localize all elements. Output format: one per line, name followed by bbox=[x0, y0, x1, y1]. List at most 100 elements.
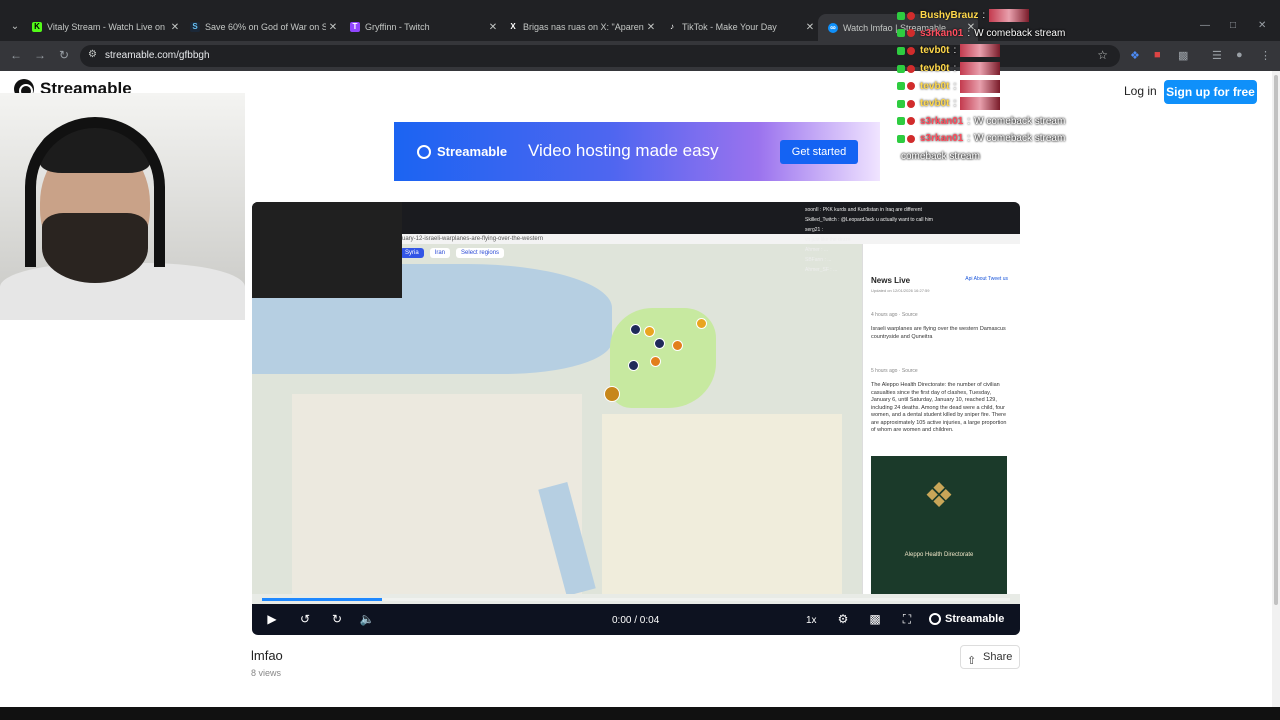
get-started-button[interactable]: Get started bbox=[780, 140, 858, 164]
map-marker-icon bbox=[630, 324, 641, 335]
gift-badge-icon bbox=[907, 134, 915, 143]
stream-chat-overlay: BushyBrauz: s3rkan01: W comeback stream tev… bbox=[897, 7, 1097, 165]
inner-chat-line: vh just like the druze bbox=[805, 237, 851, 243]
tiktok-icon: ♪ bbox=[670, 22, 674, 31]
chat-emote-image bbox=[960, 62, 1001, 76]
play-icon[interactable]: ▶ bbox=[264, 612, 280, 626]
streamer-webcam bbox=[0, 93, 245, 320]
volume-icon[interactable]: 🔈 bbox=[359, 612, 375, 626]
chat-text: W comeback stream bbox=[974, 27, 1066, 39]
inner-chat-line: Ahmer : ... bbox=[805, 247, 829, 253]
chat-username[interactable]: s3rkan01 bbox=[920, 116, 963, 127]
screen: ⌄ K Vitaly Stream - Watch Live on K ✕ S … bbox=[0, 0, 1280, 720]
aleppo-health-image: ❖ Aleppo Health Directorate bbox=[871, 456, 1007, 594]
map-marker-icon bbox=[644, 326, 655, 337]
news-title: News Live bbox=[871, 276, 911, 285]
seek-bar-fill bbox=[262, 598, 382, 601]
tab-tiktok[interactable]: ♪ TikTok - Make Your Day ✕ bbox=[667, 16, 817, 38]
eagle-emblem-icon: ❖ bbox=[923, 477, 955, 515]
streamable-logo-icon bbox=[929, 613, 941, 625]
reading-list-icon[interactable]: ☰ bbox=[1212, 49, 1222, 62]
sub-badge-icon bbox=[897, 11, 905, 20]
login-link[interactable]: Log in bbox=[1124, 84, 1157, 98]
inner-chat-line: serg21 : bbox=[805, 227, 824, 233]
inner-webcam bbox=[252, 202, 402, 298]
forward-skip-icon[interactable]: ↻ bbox=[329, 612, 345, 626]
banner-tagline: Video hosting made easy bbox=[528, 141, 719, 160]
tab-kick[interactable]: K Vitaly Stream - Watch Live on K ✕ bbox=[32, 16, 182, 38]
news-panel: News Live Api About Tweet us Updated on … bbox=[862, 244, 1020, 594]
extensions-puzzle-icon[interactable]: ▩ bbox=[1178, 49, 1188, 62]
map-marker-icon bbox=[654, 338, 665, 349]
inner-chat-line: Skilled_Twitch : @LeopardJack u actually… bbox=[805, 217, 933, 223]
signup-button[interactable]: Sign up for free bbox=[1164, 80, 1257, 104]
chat-username[interactable]: tevb0t bbox=[920, 98, 949, 109]
tab-twitch[interactable]: T Gryffinn - Twitch ✕ bbox=[350, 16, 500, 38]
fullscreen-icon[interactable]: ⛶ bbox=[899, 612, 915, 627]
profile-avatar-icon[interactable]: ● bbox=[1236, 49, 1243, 61]
chat-username[interactable]: tevb0t bbox=[920, 45, 949, 56]
playback-speed[interactable]: 1x bbox=[806, 615, 817, 626]
chat-username[interactable]: BushyBrauz bbox=[920, 10, 978, 21]
close-icon[interactable]: ✕ bbox=[486, 22, 500, 33]
chat-username[interactable]: s3rkan01 bbox=[920, 28, 963, 39]
banner-logo: Streamable bbox=[417, 144, 507, 159]
tab-title: TikTok - Make Your Day bbox=[682, 22, 777, 32]
tab-steam[interactable]: S Save 60% on God of War on St ✕ bbox=[190, 16, 340, 38]
chat-colon: : bbox=[953, 98, 957, 110]
news-item-text: The Aleppo Health Directorate: the numbe… bbox=[871, 382, 1007, 433]
extension-icon[interactable]: ❖ bbox=[1130, 49, 1140, 62]
close-icon[interactable]: ✕ bbox=[803, 22, 817, 33]
rewind-icon[interactable]: ↺ bbox=[297, 612, 313, 626]
minimize-icon[interactable]: — bbox=[1200, 20, 1210, 31]
tab-title: Save 60% on God of War on St bbox=[205, 22, 326, 32]
close-icon[interactable]: ✕ bbox=[168, 22, 182, 33]
video-player[interactable]: uary-12-israeli-warplanes-are-flying-ove… bbox=[252, 202, 1020, 635]
settings-gear-icon[interactable]: ⚙ bbox=[835, 612, 851, 626]
tab-x[interactable]: X Brigas nas ruas on X: "Aparente ✕ bbox=[508, 16, 658, 38]
chat-colon: : bbox=[967, 133, 971, 145]
chat-message: comeback stream bbox=[897, 148, 1097, 166]
page-scrollbar[interactable] bbox=[1272, 71, 1280, 707]
chat-username[interactable]: tevb0t bbox=[920, 81, 949, 92]
news-time: 5 hours ago bbox=[871, 368, 898, 374]
scrollbar-thumb[interactable] bbox=[1274, 75, 1278, 605]
inner-chat: soonII : PKK kurds and Kurdistan in Iraq… bbox=[805, 205, 1015, 275]
chat-text: W comeback stream bbox=[974, 133, 1066, 145]
chat-colon: : bbox=[953, 63, 957, 75]
player-brand[interactable]: Streamable bbox=[929, 613, 1004, 625]
reload-icon[interactable]: ↻ bbox=[56, 48, 72, 62]
chat-message: s3rkan01: W comeback stream bbox=[897, 25, 1097, 43]
picture-in-picture-icon[interactable]: ▩ bbox=[867, 612, 883, 626]
twitch-icon: T bbox=[350, 22, 360, 32]
tab-title: Gryffinn - Twitch bbox=[365, 22, 430, 32]
chat-emote-image bbox=[960, 44, 1001, 58]
close-window-icon[interactable]: ✕ bbox=[1258, 20, 1266, 31]
steam-icon: S bbox=[190, 22, 200, 32]
sub-badge-icon bbox=[897, 64, 905, 73]
ad-banner[interactable]: Streamable Video hosting made easy Get s… bbox=[394, 122, 880, 181]
sub-badge-icon bbox=[897, 99, 905, 108]
news-source: Source bbox=[901, 312, 918, 318]
share-button[interactable]: ⇧ Share bbox=[960, 645, 1020, 669]
chat-username[interactable]: s3rkan01 bbox=[920, 133, 963, 144]
close-icon[interactable]: ✕ bbox=[644, 22, 658, 33]
gift-badge-icon bbox=[907, 11, 915, 20]
chat-text: W comeback stream bbox=[974, 115, 1066, 127]
news-updated: Updated on 12/01/2026 16:27:59 bbox=[871, 288, 930, 293]
menu-kebab-icon[interactable]: ⋮ bbox=[1260, 49, 1271, 62]
close-icon[interactable]: ✕ bbox=[326, 22, 340, 33]
chat-username[interactable]: tevb0t bbox=[920, 63, 949, 74]
video-time: 0:00 / 0:04 bbox=[612, 615, 660, 626]
forward-icon[interactable]: → bbox=[32, 48, 48, 62]
maximize-icon[interactable]: □ bbox=[1230, 20, 1236, 31]
tab-search-icon[interactable]: ⌄ bbox=[6, 18, 24, 36]
region-tabs: Syria Iran Select regions bbox=[400, 248, 505, 258]
extension-icon[interactable]: ■ bbox=[1154, 49, 1161, 61]
video-frame: uary-12-israeli-warplanes-are-flying-ove… bbox=[252, 202, 1020, 635]
back-icon[interactable]: ← bbox=[8, 48, 24, 62]
news-meta: 4 hours ago · Source bbox=[871, 312, 918, 318]
seek-bar[interactable] bbox=[262, 598, 1010, 601]
bookmark-star-icon[interactable]: ☆ bbox=[1097, 48, 1108, 62]
site-info-icon[interactable]: ⚙ bbox=[88, 49, 97, 60]
